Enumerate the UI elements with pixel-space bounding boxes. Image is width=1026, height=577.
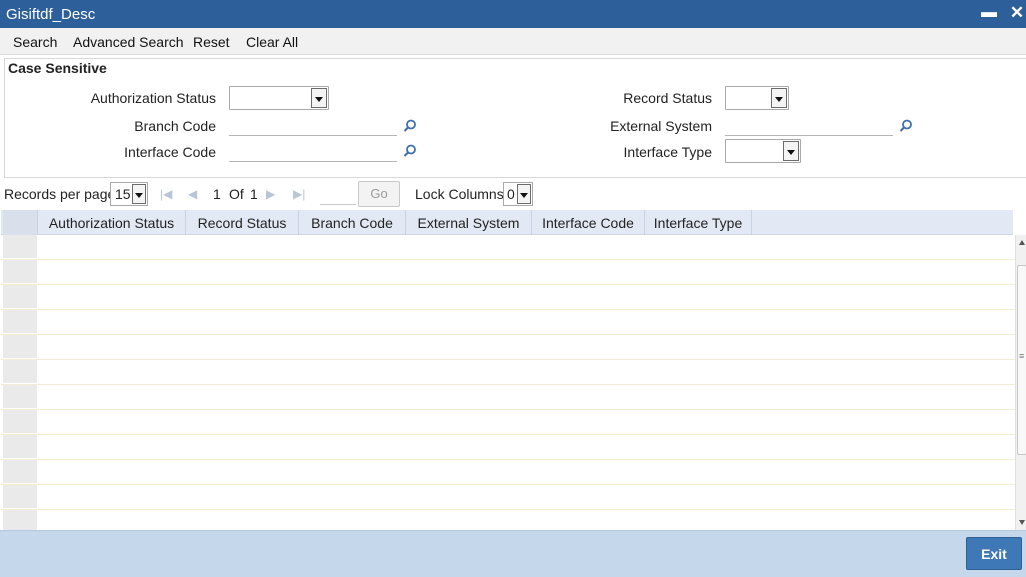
row-select-cell[interactable] [3, 235, 37, 259]
advanced-search-button[interactable]: Advanced Search [73, 34, 184, 50]
table-row[interactable] [1, 360, 1015, 385]
chevron-down-icon [517, 184, 531, 204]
table-row[interactable] [1, 385, 1015, 410]
chevron-down-icon [771, 88, 787, 108]
total-pages: 1 [250, 186, 258, 202]
column-header-record-status[interactable]: Record Status [186, 210, 299, 235]
select-all-column[interactable] [3, 210, 38, 235]
search-icon[interactable] [899, 119, 913, 133]
first-page-icon[interactable]: |◀ [160, 187, 174, 201]
row-select-cell[interactable] [3, 385, 37, 409]
interface-code-label: Interface Code [124, 144, 216, 160]
reset-button[interactable]: Reset [193, 34, 230, 50]
chevron-down-icon [132, 184, 146, 204]
table-row[interactable] [1, 235, 1015, 260]
minimize-icon[interactable]: ▬ [978, 2, 1000, 24]
column-header-interface-code[interactable]: Interface Code [532, 210, 645, 235]
lock-columns-select[interactable]: 0 [503, 182, 533, 206]
interface-type-select[interactable] [725, 139, 801, 163]
next-page-icon[interactable]: ▶ [266, 187, 280, 201]
chevron-down-icon [783, 141, 799, 161]
column-header-external-system[interactable]: External System [406, 210, 532, 235]
table-row[interactable] [1, 260, 1015, 285]
scroll-up-icon[interactable] [1019, 240, 1025, 245]
row-select-cell[interactable] [3, 410, 37, 434]
search-criteria-panel: Case Sensitive Authorization Status Reco… [4, 58, 1026, 178]
records-per-page-select[interactable]: 15 [110, 182, 148, 206]
table-row[interactable] [1, 335, 1015, 360]
row-select-cell[interactable] [3, 260, 37, 284]
row-select-cell[interactable] [3, 310, 37, 334]
current-page: 1 [213, 186, 221, 202]
table-row[interactable] [1, 460, 1015, 485]
page-number-input[interactable] [320, 183, 356, 205]
go-button[interactable]: Go [358, 181, 400, 207]
search-icon[interactable] [403, 119, 417, 133]
clear-all-button[interactable]: Clear All [246, 34, 298, 50]
external-system-field[interactable] [725, 116, 893, 136]
row-select-cell[interactable] [3, 360, 37, 384]
row-select-cell[interactable] [3, 285, 37, 309]
records-per-page-label: Records per page [4, 186, 116, 202]
scroll-down-icon[interactable] [1019, 520, 1025, 525]
window-titlebar: Gisiftdf_Desc ▬ ✕ [0, 0, 1026, 28]
footer-bar: Exit [0, 530, 1026, 577]
column-header-interface-type[interactable]: Interface Type [645, 210, 752, 235]
table-row[interactable] [1, 310, 1015, 335]
search-icon[interactable] [403, 144, 417, 158]
row-select-cell[interactable] [3, 435, 37, 459]
lock-columns-label: Lock Columns [415, 186, 504, 202]
of-label: Of [229, 186, 244, 202]
results-grid: Authorization Status Record Status Branc… [1, 210, 1026, 535]
record-status-label: Record Status [623, 90, 712, 106]
window-title: Gisiftdf_Desc [6, 6, 96, 23]
table-row[interactable] [1, 285, 1015, 310]
row-select-cell[interactable] [3, 335, 37, 359]
case-sensitive-legend: Case Sensitive [8, 60, 107, 76]
exit-button[interactable]: Exit [966, 537, 1022, 570]
external-system-label: External System [610, 118, 712, 134]
records-per-page-value: 15 [115, 186, 131, 202]
chevron-down-icon [311, 88, 327, 108]
interface-type-label: Interface Type [623, 144, 712, 160]
vertical-scrollbar[interactable] [1015, 235, 1026, 530]
column-header-branch-code[interactable]: Branch Code [299, 210, 406, 235]
lock-columns-value: 0 [507, 186, 515, 202]
record-status-select[interactable] [725, 86, 789, 110]
interface-code-field[interactable] [229, 142, 397, 162]
branch-code-label: Branch Code [134, 118, 216, 134]
pagination-bar: Records per page 15 |◀ ◀ 1 Of 1 ▶ ▶| Go … [0, 180, 1026, 208]
row-select-cell[interactable] [3, 460, 37, 484]
last-page-icon[interactable]: ▶| [293, 187, 307, 201]
toolbar: Search Advanced Search Reset Clear All [0, 28, 1026, 55]
branch-code-field[interactable] [229, 116, 397, 136]
table-row[interactable] [1, 435, 1015, 460]
scroll-thumb[interactable] [1017, 265, 1026, 455]
authorization-status-label: Authorization Status [90, 90, 216, 106]
column-header-authorization-status[interactable]: Authorization Status [38, 210, 186, 235]
previous-page-icon[interactable]: ◀ [188, 187, 202, 201]
close-icon[interactable]: ✕ [1006, 2, 1026, 24]
grid-header: Authorization Status Record Status Branc… [1, 210, 1013, 235]
row-select-cell[interactable] [3, 485, 37, 509]
table-row[interactable] [1, 410, 1015, 435]
search-button[interactable]: Search [13, 34, 57, 50]
table-row[interactable] [1, 485, 1015, 510]
authorization-status-select[interactable] [229, 86, 329, 110]
